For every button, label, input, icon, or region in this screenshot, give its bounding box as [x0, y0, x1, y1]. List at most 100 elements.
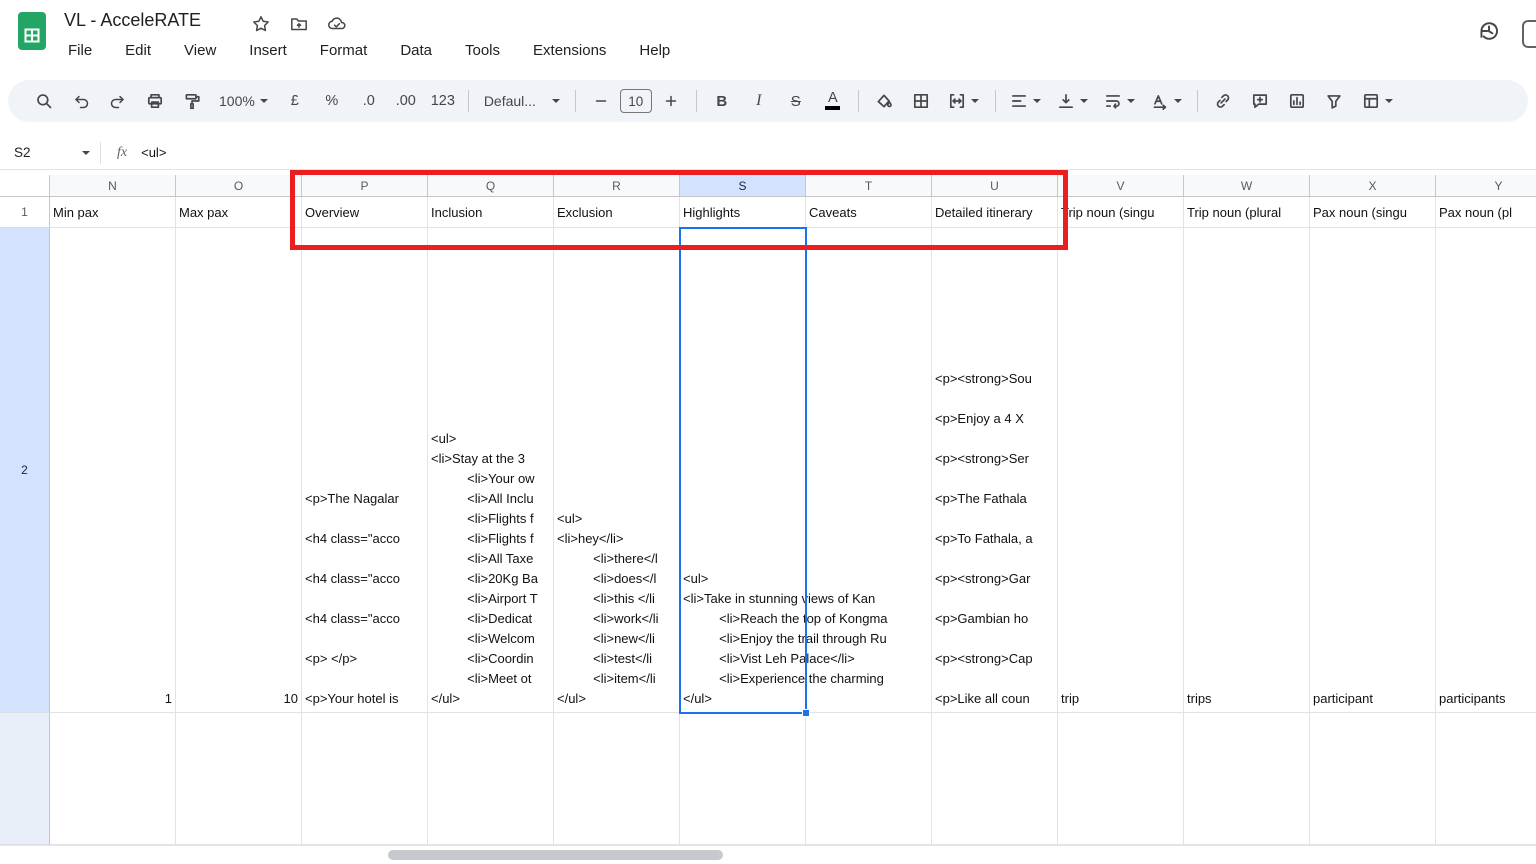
cell-S1[interactable]: Highlights [680, 197, 806, 228]
cell-X3[interactable] [1310, 713, 1436, 845]
cell-X2[interactable] [1310, 228, 1436, 713]
cell-Y1[interactable]: Pax noun (pl [1436, 197, 1536, 228]
menu-tools[interactable]: Tools [463, 40, 502, 61]
vertical-align-icon[interactable] [1050, 84, 1096, 118]
cell-W3[interactable] [1184, 713, 1310, 845]
select-all-corner[interactable] [0, 175, 50, 197]
create-filter-icon[interactable] [1316, 84, 1352, 118]
menu-view[interactable]: View [182, 40, 218, 61]
currency-format-button[interactable]: £ [277, 84, 313, 118]
cell-T1[interactable]: Caveats [806, 197, 932, 228]
column-header-W[interactable]: W [1184, 175, 1310, 197]
insert-link-icon[interactable] [1205, 84, 1241, 118]
move-to-folder-icon[interactable] [288, 13, 310, 35]
fill-color-icon[interactable] [866, 84, 902, 118]
text-rotation-icon[interactable] [1144, 84, 1190, 118]
cell-U3[interactable] [932, 713, 1058, 845]
decrease-font-size-button[interactable] [583, 84, 619, 118]
horizontal-align-icon[interactable] [1003, 84, 1049, 118]
cell-U1[interactable]: Detailed itinerary [932, 197, 1058, 228]
cell-N1[interactable]: Min pax [50, 197, 176, 228]
version-history-icon[interactable] [1476, 18, 1502, 44]
cell-O3[interactable] [176, 713, 302, 845]
cell-W2[interactable] [1184, 228, 1310, 713]
column-header-X[interactable]: X [1310, 175, 1436, 197]
menu-insert[interactable]: Insert [247, 40, 289, 61]
horizontal-scrollbar [0, 845, 1536, 864]
zoom-select[interactable]: 100% [211, 84, 276, 118]
menu-format[interactable]: Format [318, 40, 370, 61]
cell-O1[interactable]: Max pax [176, 197, 302, 228]
increase-font-size-button[interactable] [653, 84, 689, 118]
insert-chart-icon[interactable] [1279, 84, 1315, 118]
column-header-O[interactable]: O [176, 175, 302, 197]
search-icon[interactable] [26, 84, 62, 118]
cell-P3[interactable] [302, 713, 428, 845]
redo-icon[interactable] [100, 84, 136, 118]
insert-comment-icon[interactable] [1242, 84, 1278, 118]
cloud-saved-icon[interactable] [326, 13, 348, 35]
cell-R1[interactable]: Exclusion [554, 197, 680, 228]
formula-input[interactable]: <ul> [141, 145, 166, 160]
sheets-logo-icon[interactable] [18, 12, 46, 50]
chevron-down-icon [260, 99, 268, 103]
column-header-P[interactable]: P [302, 175, 428, 197]
column-header-U[interactable]: U [932, 175, 1058, 197]
row-header-2[interactable]: 2 [0, 228, 50, 713]
menu-file[interactable]: File [66, 40, 94, 61]
cell-Q1[interactable]: Inclusion [428, 197, 554, 228]
font-select[interactable]: Defaul... [476, 84, 568, 118]
italic-button[interactable]: I [741, 84, 777, 118]
cell-V3[interactable] [1058, 713, 1184, 845]
column-header-row: N O P Q R S T U V W X Y [0, 175, 1536, 197]
cell-S3[interactable] [680, 713, 806, 845]
fill-handle[interactable] [802, 709, 810, 717]
cell-R3[interactable] [554, 713, 680, 845]
menu-data[interactable]: Data [398, 40, 434, 61]
column-header-N[interactable]: N [50, 175, 176, 197]
cell-N2[interactable] [50, 228, 176, 713]
cell-P1[interactable]: Overview [302, 197, 428, 228]
cell-X1[interactable]: Pax noun (singu [1310, 197, 1436, 228]
cell-W1[interactable]: Trip noun (plural [1184, 197, 1310, 228]
column-header-V[interactable]: V [1058, 175, 1184, 197]
star-icon[interactable] [250, 13, 272, 35]
cell-V1[interactable]: Trip noun (singu [1058, 197, 1184, 228]
table-views-icon[interactable] [1353, 84, 1403, 118]
percent-format-button[interactable]: % [314, 84, 350, 118]
column-header-S[interactable]: S [680, 175, 806, 197]
cell-V2[interactable] [1058, 228, 1184, 713]
decrease-decimal-button[interactable]: .0 [351, 84, 387, 118]
undo-icon[interactable] [63, 84, 99, 118]
bold-button[interactable]: B [704, 84, 740, 118]
column-header-T[interactable]: T [806, 175, 932, 197]
increase-decimal-button[interactable]: .00 [388, 84, 424, 118]
column-header-Q[interactable]: Q [428, 175, 554, 197]
merge-cells-icon[interactable] [940, 84, 988, 118]
name-box[interactable]: S2 [0, 145, 100, 160]
column-header-R[interactable]: R [554, 175, 680, 197]
row-header-3[interactable] [0, 713, 50, 845]
column-header-Y[interactable]: Y [1436, 175, 1536, 197]
horizontal-scrollbar-thumb[interactable] [388, 850, 723, 860]
cell-Y3[interactable] [1436, 713, 1536, 845]
print-icon[interactable] [137, 84, 173, 118]
borders-icon[interactable] [903, 84, 939, 118]
cell-T3[interactable] [806, 713, 932, 845]
more-formats-button[interactable]: 123 [425, 84, 461, 118]
menu-extensions[interactable]: Extensions [531, 40, 608, 61]
cell-Y2[interactable] [1436, 228, 1536, 713]
document-title[interactable]: VL - AcceleRATE [64, 10, 201, 31]
paint-format-icon[interactable] [174, 84, 210, 118]
text-wrapping-icon[interactable] [1097, 84, 1143, 118]
strikethrough-button[interactable]: S [778, 84, 814, 118]
clipped-corner-icon[interactable] [1522, 20, 1536, 48]
text-color-button[interactable]: A [815, 84, 851, 118]
cell-Q3[interactable] [428, 713, 554, 845]
cell-O2[interactable] [176, 228, 302, 713]
font-size-input[interactable]: 10 [620, 89, 652, 113]
cell-N3[interactable] [50, 713, 176, 845]
row-header-1[interactable]: 1 [0, 197, 50, 228]
menu-help[interactable]: Help [637, 40, 672, 61]
menu-edit[interactable]: Edit [123, 40, 153, 61]
